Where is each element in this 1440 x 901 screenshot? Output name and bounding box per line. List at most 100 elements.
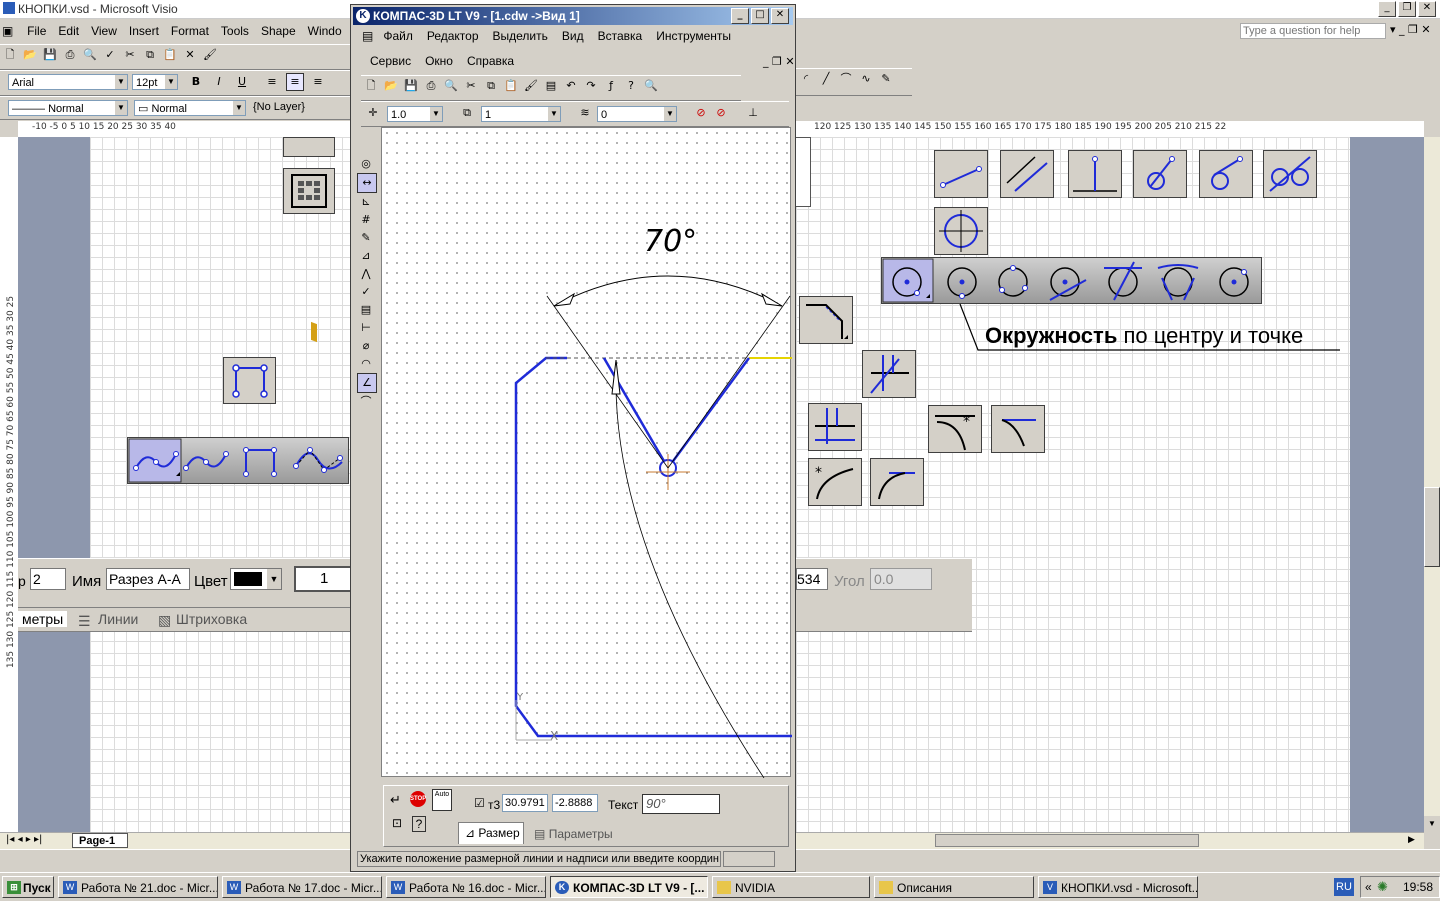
parametrization-icon[interactable]: ⊿ xyxy=(357,247,375,265)
menu-insert[interactable]: Вставка xyxy=(591,27,650,45)
edit-icon[interactable]: ✎ xyxy=(357,229,375,247)
close-icon[interactable]: ✕ xyxy=(1418,1,1436,17)
menu-shape[interactable]: Shape xyxy=(255,21,302,41)
enter-icon[interactable]: ↵ xyxy=(390,792,401,808)
select-icon[interactable]: ✓ xyxy=(357,283,375,301)
copy-icon[interactable]: ⧉ xyxy=(482,77,500,95)
y-coordinate-input[interactable]: -2.8888 xyxy=(552,794,598,812)
antivirus-icon[interactable]: ✺ xyxy=(1377,879,1388,895)
stop-icon[interactable]: STOP xyxy=(410,791,426,807)
tangent-segment-button[interactable] xyxy=(1133,150,1187,198)
point-checkbox[interactable]: ☑ xyxy=(474,796,485,810)
fillet-button[interactable] xyxy=(991,405,1045,453)
preview-icon[interactable]: 🔍 xyxy=(442,77,460,95)
function-icon[interactable]: ƒ xyxy=(602,77,620,95)
scroll-down-icon[interactable]: ▼ xyxy=(1424,816,1440,832)
trim-two-points-button[interactable] xyxy=(808,403,862,451)
angle-dim-icon[interactable]: ∠ xyxy=(357,373,377,393)
zoom-icon[interactable]: 🔍 xyxy=(642,77,660,95)
help-cursor-icon[interactable]: ? xyxy=(622,77,640,95)
taskbar-item-kompas[interactable]: K КОМПАС-3D LT V9 - [... xyxy=(550,876,708,898)
view-select[interactable]: 1 ▼ xyxy=(481,106,561,122)
font-size-select[interactable]: 12pt ▼ xyxy=(132,74,178,90)
save-icon[interactable]: 💾 xyxy=(41,46,59,64)
auto-create-icon[interactable]: Auto xyxy=(432,789,452,811)
snap-icon[interactable]: ⊘ xyxy=(692,104,710,122)
minimize-icon[interactable]: _ xyxy=(731,8,749,24)
italic-button[interactable]: I xyxy=(210,73,228,91)
fill-style-select[interactable]: ▭ Normal ▼ xyxy=(134,100,246,116)
curve-icon[interactable]: ⌒ xyxy=(837,70,855,88)
hatch-icon[interactable]: # xyxy=(357,211,375,229)
angle-input[interactable]: 0.0 xyxy=(870,568,932,590)
maximize-icon[interactable]: □ xyxy=(751,8,769,24)
tangent-point-segment-button[interactable] xyxy=(1199,150,1253,198)
open-icon[interactable]: 📂 xyxy=(21,46,39,64)
minimize-icon[interactable]: _ xyxy=(1378,1,1396,17)
preview-icon[interactable]: 🔍 xyxy=(81,46,99,64)
doc-window-controls[interactable]: ▾ _ ❐ ✕ xyxy=(1390,23,1431,36)
layers-icon[interactable]: ≋ xyxy=(576,104,594,122)
copy-icon[interactable]: ⧉ xyxy=(141,46,159,64)
align-center-icon[interactable]: ≡ xyxy=(286,73,304,91)
dimension-text-input[interactable]: 90° xyxy=(642,794,720,814)
help-search-input[interactable]: Type a question for help xyxy=(1240,23,1386,39)
doc-icon[interactable]: ▣ xyxy=(0,22,18,40)
layer-select[interactable]: {No Layer} xyxy=(253,101,305,113)
menu-window[interactable]: Windo xyxy=(302,21,348,41)
partial-button-right[interactable] xyxy=(796,137,811,207)
partial-shape-top[interactable] xyxy=(283,137,335,157)
taskbar-item-word21[interactable]: W Работа № 21.doc - Micr... xyxy=(58,876,218,898)
tray-expand-icon[interactable]: « xyxy=(1365,880,1372,894)
dimensions-icon[interactable]: ↔ xyxy=(357,173,377,193)
arc-icon[interactable]: ◜ xyxy=(797,70,815,88)
linear-dim-icon[interactable]: ⊢ xyxy=(357,319,375,337)
grid-step-icon[interactable]: ✛ xyxy=(364,104,382,122)
trim-button[interactable] xyxy=(862,350,916,398)
align-left-icon[interactable]: ≡ xyxy=(263,73,281,91)
taskbar-item-word17[interactable]: W Работа № 17.doc - Micr... xyxy=(222,876,382,898)
pencil-icon[interactable]: ✎ xyxy=(877,70,895,88)
name-input[interactable]: Разрез А-А xyxy=(106,568,190,590)
number-input[interactable]: 1 xyxy=(294,566,354,592)
start-button[interactable]: ⊞ Пуск xyxy=(2,876,54,898)
help-icon[interactable]: ? xyxy=(412,816,426,832)
diameter-icon[interactable]: ⌀ xyxy=(357,337,375,355)
manager-icon[interactable]: ▤ xyxy=(542,77,560,95)
symbols-icon[interactable]: ⊾ xyxy=(357,193,375,211)
measure-icon[interactable]: ⋀ xyxy=(357,265,375,283)
freeform-icon[interactable]: ∿ xyxy=(857,70,875,88)
tangent-two-circles-button[interactable] xyxy=(1263,150,1317,198)
tab-parameters[interactable]: ▤ Параметры xyxy=(528,824,618,844)
tab-hatching[interactable]: ▧ Штриховка xyxy=(156,611,247,628)
coords-icon[interactable]: ⊥ xyxy=(744,104,762,122)
underline-button[interactable]: U xyxy=(233,73,251,91)
paste-icon[interactable]: 📋 xyxy=(502,77,520,95)
segment-button[interactable] xyxy=(934,150,988,198)
perpendicular-segment-button[interactable] xyxy=(1068,150,1122,198)
page-nav-icon[interactable]: |◂ ◂ ▸ ▸| xyxy=(6,834,42,845)
bold-button[interactable]: B xyxy=(187,73,205,91)
undo-icon[interactable]: ↶ xyxy=(562,77,580,95)
tab-parameters[interactable]: метры xyxy=(18,611,68,627)
new-icon[interactable]: 🗋 xyxy=(1,46,19,64)
kompas-drawing-canvas[interactable]: Y X 70° xyxy=(381,127,792,779)
cut-icon[interactable]: ✂ xyxy=(121,46,139,64)
menu-file[interactable]: Файл xyxy=(376,27,420,45)
fillet-corner-point-button[interactable]: * xyxy=(808,458,862,506)
taskbar-item-descriptions[interactable]: Описания xyxy=(874,876,1034,898)
tab-size[interactable]: ⊿ Размер xyxy=(458,822,524,844)
print-icon[interactable]: ⎙ xyxy=(61,46,79,64)
open-icon[interactable]: 📂 xyxy=(382,77,400,95)
arc-dim-icon[interactable]: ⌒ xyxy=(357,393,375,411)
delete-icon[interactable]: ✕ xyxy=(181,46,199,64)
menu-format[interactable]: Format xyxy=(165,21,215,41)
menu-help[interactable]: Справка xyxy=(460,52,521,70)
paste-icon[interactable]: 📋 xyxy=(161,46,179,64)
close-icon[interactable]: ✕ xyxy=(771,8,789,24)
menu-view[interactable]: View xyxy=(85,21,123,41)
spell-icon[interactable]: ✓ xyxy=(101,46,119,64)
spec-icon[interactable]: ▤ xyxy=(357,301,375,319)
font-name-select[interactable]: Arial ▼ xyxy=(8,74,128,90)
grid-button-shape[interactable] xyxy=(283,168,335,214)
